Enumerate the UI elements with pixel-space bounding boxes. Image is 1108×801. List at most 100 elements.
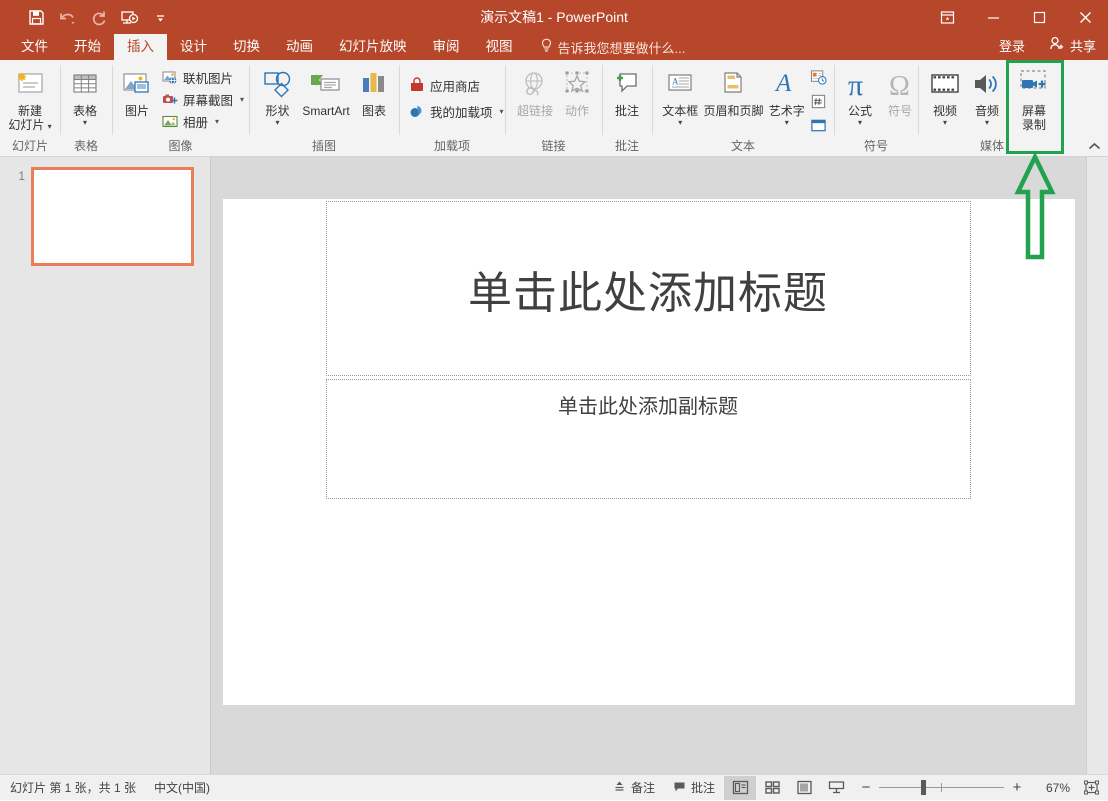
slide-show-view-button[interactable] <box>820 776 852 800</box>
subtitle-placeholder[interactable]: 单击此处添加副标题 <box>325 379 971 499</box>
hyperlink-button[interactable]: 超链接 <box>513 64 557 118</box>
title-placeholder[interactable]: 单击此处添加标题 <box>325 201 971 376</box>
comment-label: 批注 <box>614 104 639 118</box>
picture-label: 图片 <box>124 104 149 118</box>
equation-label: 公式 <box>847 104 872 118</box>
comments-button[interactable]: 批注 <box>664 775 724 801</box>
my-addins-button[interactable]: 我的加载项 ▾ <box>404 98 508 124</box>
tab-animations[interactable]: 动画 <box>273 34 326 60</box>
zoom-slider-midpoint <box>941 783 942 792</box>
slide-editor: 单击此处添加标题 单击此处添加副标题 <box>211 157 1086 774</box>
thumbnail-item[interactable]: 1 <box>0 167 210 266</box>
slide-sorter-view-button[interactable] <box>756 776 788 800</box>
vertical-scrollbar[interactable] <box>1086 157 1108 774</box>
screenshot-button[interactable]: 屏幕截图 ▾ <box>157 88 248 110</box>
slide-canvas[interactable]: 单击此处添加标题 单击此处添加副标题 <box>222 199 1075 705</box>
start-from-beginning-icon[interactable] <box>115 4 143 30</box>
header-footer-label: 页眉和页脚 <box>703 104 764 118</box>
chart-button[interactable]: 图表 <box>354 64 394 118</box>
group-label-symbols: 符号 <box>863 139 888 153</box>
zoom-out-button[interactable]: − <box>860 779 872 796</box>
ribbon-group-media: 视频 ▾ 音频 ▾ 屏幕 录制 媒体 <box>918 60 1066 157</box>
close-button[interactable] <box>1062 0 1108 34</box>
tab-view[interactable]: 视图 <box>473 34 526 60</box>
ribbon: 新建 幻灯片 ▾ 幻灯片 表格 ▾ 表格 图片 联机图片 屏幕截图 ▾ 相册 ▾… <box>0 60 1108 157</box>
ribbon-group-table: 表格 ▾ 表格 <box>60 60 112 157</box>
audio-label: 音频 <box>974 104 999 118</box>
symbol-icon: Ω <box>885 66 915 104</box>
ribbon-tab-strip: 文件 开始 插入 设计 切换 动画 幻灯片放映 审阅 视图 告诉我您想要做什么.… <box>0 34 1108 60</box>
wordart-label: 艺术字 <box>768 104 805 118</box>
date-time-button[interactable] <box>808 67 829 88</box>
main-area: 1 单击此处添加标题 单击此处添加副标题 <box>0 157 1108 774</box>
ribbon-display-options-icon[interactable] <box>924 0 970 34</box>
customize-quick-access-icon[interactable] <box>146 4 174 30</box>
notes-label: 备注 <box>630 781 655 795</box>
group-label-links: 链接 <box>541 139 566 153</box>
wordart-button[interactable]: A 艺术字 ▾ <box>766 64 808 127</box>
notes-button[interactable]: 备注 <box>604 775 664 801</box>
chevron-down-icon: ▾ <box>47 122 52 131</box>
tab-transitions[interactable]: 切换 <box>220 34 273 60</box>
shapes-button[interactable]: 形状 ▾ <box>257 64 298 127</box>
comment-button[interactable]: 批注 <box>607 64 647 118</box>
ribbon-group-symbols: π 公式 ▾ Ω 符号 符号 <box>834 60 918 157</box>
picture-button[interactable]: 图片 <box>117 64 157 118</box>
tab-file[interactable]: 文件 <box>8 34 61 60</box>
redo-icon[interactable] <box>84 4 112 30</box>
sign-in-label: 登录 <box>998 39 1025 54</box>
equation-button[interactable]: π 公式 ▾ <box>840 64 880 127</box>
action-button[interactable]: 动作 <box>557 64 597 118</box>
zoom-slider[interactable] <box>879 775 1004 801</box>
object-button[interactable] <box>808 115 829 136</box>
save-icon[interactable] <box>22 4 50 30</box>
group-label-slides: 幻灯片 <box>11 139 48 153</box>
tell-me-box[interactable]: 告诉我您想要做什么... <box>540 34 685 60</box>
header-footer-button[interactable]: 页眉和页脚 <box>701 64 765 118</box>
photo-album-icon <box>161 113 178 130</box>
window-controls <box>924 0 1108 34</box>
zoom-in-button[interactable]: + <box>1011 779 1023 796</box>
fit-slide-to-window-button[interactable] <box>1078 775 1104 801</box>
hyperlink-icon <box>520 66 550 104</box>
text-box-button[interactable]: A 文本框 ▾ <box>659 64 701 127</box>
comments-label: 批注 <box>690 781 715 795</box>
slide-number-button[interactable] <box>808 91 829 112</box>
screen-recording-label-2: 录制 <box>1021 118 1046 132</box>
screen-recording-button[interactable]: 屏幕 录制 <box>1008 64 1057 132</box>
undo-icon[interactable] <box>53 4 81 30</box>
lightbulb-icon <box>540 38 553 56</box>
zoom-slider-thumb[interactable] <box>921 780 926 795</box>
subtitle-placeholder-text: 单击此处添加副标题 <box>558 396 738 418</box>
chevron-down-icon: ▾ <box>942 118 947 127</box>
tab-insert[interactable]: 插入 <box>114 34 167 60</box>
table-label: 表格 <box>72 104 97 118</box>
tab-design[interactable]: 设计 <box>167 34 220 60</box>
share-button[interactable]: 共享 <box>1037 34 1108 60</box>
online-pictures-icon <box>161 69 178 86</box>
sign-in-button[interactable]: 登录 <box>987 34 1037 60</box>
maximize-button[interactable] <box>1016 0 1062 34</box>
video-button[interactable]: 视频 ▾ <box>924 64 966 127</box>
collapse-ribbon-button[interactable] <box>1086 138 1102 154</box>
table-icon <box>70 66 100 104</box>
store-button[interactable]: 应用商店 <box>404 72 508 98</box>
new-slide-button[interactable]: 新建 幻灯片 ▾ <box>5 64 55 132</box>
smartart-button[interactable]: SmartArt <box>298 64 354 118</box>
table-button[interactable]: 表格 ▾ <box>65 64 105 127</box>
normal-view-button[interactable] <box>724 775 756 800</box>
reading-view-button[interactable] <box>788 776 820 800</box>
language-text[interactable]: 中文(中国) <box>154 779 210 796</box>
zoom-level-label[interactable]: 67% <box>1030 781 1070 795</box>
chevron-down-icon: ▾ <box>82 118 87 127</box>
audio-button[interactable]: 音频 ▾ <box>966 64 1008 127</box>
thumbnail-number: 1 <box>18 169 25 183</box>
photo-album-button[interactable]: 相册 ▾ <box>157 110 248 132</box>
tab-review[interactable]: 审阅 <box>420 34 473 60</box>
slide-thumbnail-1[interactable] <box>31 167 194 266</box>
tab-home[interactable]: 开始 <box>61 34 114 60</box>
tab-slide-show[interactable]: 幻灯片放映 <box>326 34 420 60</box>
minimize-button[interactable] <box>970 0 1016 34</box>
online-pictures-button[interactable]: 联机图片 <box>157 66 248 88</box>
symbol-button[interactable]: Ω 符号 <box>880 64 920 118</box>
